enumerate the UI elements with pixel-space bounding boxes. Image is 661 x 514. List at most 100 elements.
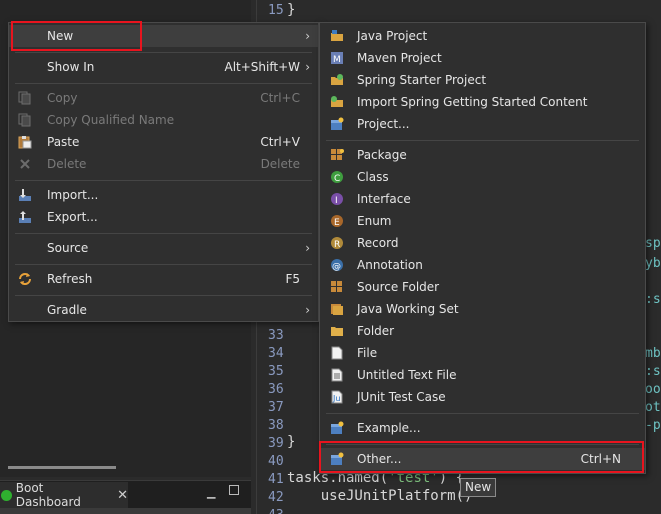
line-number: 38 <box>268 418 284 433</box>
close-icon[interactable]: ✕ <box>117 488 128 503</box>
example-icon <box>331 421 344 434</box>
svg-text:M: M <box>333 55 341 65</box>
line-number: 35 <box>268 364 284 379</box>
menu-item-label: Import... <box>47 188 99 202</box>
menu-item-show-in[interactable]: Show In Alt+Shift+W › <box>9 56 318 78</box>
code-fragment: mb <box>645 346 661 361</box>
menu-item-annotation[interactable]: @ Annotation <box>320 254 645 276</box>
menu-item-label: Import Spring Getting Started Content <box>357 95 588 109</box>
maximize-icon[interactable] <box>229 485 239 495</box>
boot-dashboard-tab[interactable]: Boot Dashboard ✕ <box>0 481 128 509</box>
record-icon: R <box>331 237 343 250</box>
menu-item-interface[interactable]: I Interface <box>320 188 645 210</box>
menu-separator <box>326 140 639 141</box>
code-fragment: oo <box>645 382 661 397</box>
menu-separator <box>15 180 312 181</box>
menu-item-untitled-text-file[interactable]: Untitled Text File <box>320 364 645 386</box>
code-line: } <box>287 2 296 18</box>
refresh-icon <box>19 273 31 285</box>
menu-item-label: Interface <box>357 192 411 206</box>
menu-separator <box>15 83 312 84</box>
menu-item-package[interactable]: Package <box>320 144 645 166</box>
menu-item-label: Record <box>357 236 399 250</box>
menu-item-label: Package <box>357 148 407 162</box>
spring-import-icon <box>331 96 343 107</box>
code-fragment: -p <box>645 418 661 433</box>
line-number: 34 <box>268 346 284 361</box>
enum-icon: E <box>331 215 343 228</box>
menu-item-folder[interactable]: Folder <box>320 320 645 342</box>
menu-item-label: Spring Starter Project <box>357 73 487 87</box>
boot-dashboard-label: Boot Dashboard <box>15 481 81 509</box>
copy-icon <box>18 91 31 105</box>
highlight-box-new <box>11 21 142 51</box>
code-line: useJUnitPlatform() <box>287 488 473 504</box>
menu-item-label: Delete <box>47 157 87 171</box>
menu-item-copy[interactable]: Copy Ctrl+C <box>9 87 318 109</box>
menu-item-label: File <box>357 346 378 360</box>
menu-item-class[interactable]: C Class <box>320 166 645 188</box>
menu-item-refresh[interactable]: Refresh F5 <box>9 268 318 290</box>
code-fragment: sp <box>645 236 661 251</box>
menu-item-shortcut: F5 <box>285 272 300 286</box>
code-line: } <box>287 434 296 450</box>
code-fragment: ot <box>645 400 661 415</box>
menu-item-label: Source <box>47 241 89 255</box>
menu-item-label: Java Project <box>357 29 428 43</box>
menu-item-junit-test-case[interactable]: Ju JUnit Test Case <box>320 386 645 408</box>
minimize-icon[interactable]: ▁ <box>207 486 215 499</box>
menu-item-label: Project... <box>357 117 410 131</box>
menu-item-shortcut: Ctrl+C <box>260 91 300 105</box>
menu-item-maven-project[interactable]: M Maven Project <box>320 47 645 69</box>
maven-project-icon: M <box>331 52 343 65</box>
new-project-icon <box>331 117 344 130</box>
highlight-box-other <box>319 441 644 473</box>
horizontal-scrollbar[interactable] <box>8 466 116 469</box>
menu-separator <box>15 52 312 53</box>
menu-item-enum[interactable]: E Enum <box>320 210 645 232</box>
menu-item-label: Maven Project <box>357 51 442 65</box>
svg-text:R: R <box>334 240 340 250</box>
text-file-icon <box>331 368 343 382</box>
menu-item-delete[interactable]: Delete Delete <box>9 153 318 175</box>
context-menu: New › Show In Alt+Shift+W › Copy Ctrl+C … <box>8 22 319 322</box>
submenu-arrow-icon: › <box>305 241 310 255</box>
annotation-icon: @ <box>331 259 343 272</box>
menu-item-gradle[interactable]: Gradle › <box>9 299 318 321</box>
line-number: 37 <box>268 400 284 415</box>
svg-text:E: E <box>334 218 340 228</box>
source-folder-icon <box>331 281 342 292</box>
line-number: 40 <box>268 454 284 469</box>
interface-icon: I <box>331 193 343 206</box>
menu-item-shortcut: Ctrl+V <box>260 135 300 149</box>
menu-item-label: Show In <box>47 60 95 74</box>
menu-item-java-working-set[interactable]: Java Working Set <box>320 298 645 320</box>
menu-item-source[interactable]: Source › <box>9 237 318 259</box>
svg-text:I: I <box>335 196 338 206</box>
menu-item-import[interactable]: Import... <box>9 184 318 206</box>
menu-item-example[interactable]: Example... <box>320 417 645 439</box>
menu-item-file[interactable]: File <box>320 342 645 364</box>
menu-item-label: Refresh <box>47 272 93 286</box>
menu-item-java-project[interactable]: Java Project <box>320 25 645 47</box>
submenu-arrow-icon: › <box>305 60 310 74</box>
paste-icon <box>18 136 32 149</box>
menu-item-label: Annotation <box>357 258 423 272</box>
menu-item-source-folder[interactable]: Source Folder <box>320 276 645 298</box>
menu-item-project[interactable]: Project... <box>320 113 645 135</box>
menu-item-export[interactable]: Export... <box>9 206 318 228</box>
menu-item-label: Copy Qualified Name <box>47 113 175 127</box>
line-number: 36 <box>268 382 284 397</box>
menu-item-import-spring-content[interactable]: Import Spring Getting Started Content <box>320 91 645 113</box>
package-icon <box>331 149 344 160</box>
menu-item-label: Example... <box>357 421 421 435</box>
menu-separator <box>326 413 639 414</box>
menu-item-paste[interactable]: Paste Ctrl+V <box>9 131 318 153</box>
line-number: 43 <box>268 508 290 514</box>
import-icon <box>19 189 31 201</box>
menu-item-record[interactable]: R Record <box>320 232 645 254</box>
menu-item-copy-qualified-name[interactable]: Copy Qualified Name <box>9 109 318 131</box>
class-icon: C <box>331 171 343 184</box>
menu-item-spring-starter-project[interactable]: Spring Starter Project <box>320 69 645 91</box>
code-fragment: yb <box>645 256 661 271</box>
